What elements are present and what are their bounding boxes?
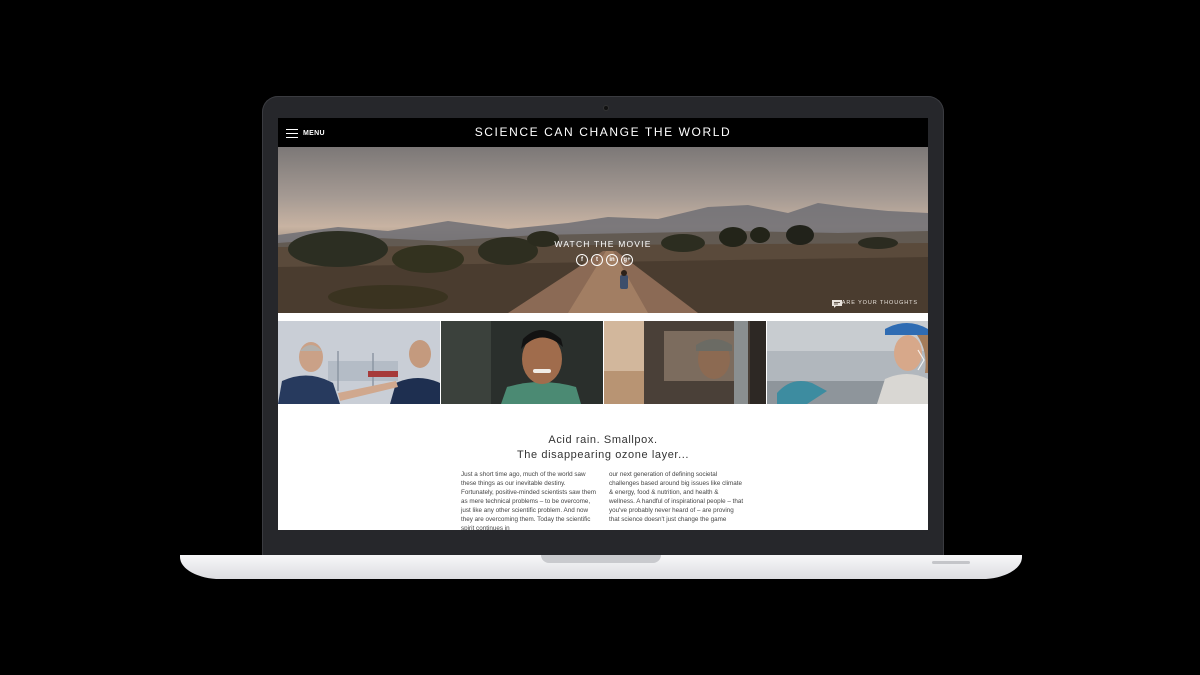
facebook-icon[interactable]: f [576,254,588,266]
site-title: SCIENCE CAN CHANGE THE WORLD [474,125,732,139]
laptop-vent [932,561,970,564]
thumbnail-scientists-talking[interactable] [278,321,440,404]
share-thoughts-link[interactable]: SHARE YOUR THOUGHTS [832,300,922,308]
headline-line-2: The disappearing ozone layer... [516,449,690,461]
video-thumbnail-strip [278,321,928,404]
article-headline: Acid rain. Smallpox. The disappearing oz… [278,433,928,463]
social-links: f t in g+ [576,254,633,266]
twitter-icon[interactable]: t [591,254,603,266]
laptop-notch [541,555,661,563]
article-column-2: our next generation of defining societal… [609,471,744,523]
hero-banner: WATCH THE MOVIE f t in g+ SHARE YOUR THO… [278,147,928,313]
share-thoughts-label: SHARE YOUR THOUGHTS [832,300,918,306]
site-header: MENU SCIENCE CAN CHANGE THE WORLD [278,118,928,147]
thumbnail-smiling-man[interactable] [441,321,603,404]
hero-landscape-image [278,203,928,313]
google-plus-icon[interactable]: g+ [621,254,633,266]
headline-line-1: Acid rain. Smallpox. [548,434,658,446]
thumbnail-woman-with-plant[interactable] [767,321,928,404]
watch-movie-link[interactable]: WATCH THE MOVIE [278,239,928,249]
laptop-screen: MENU SCIENCE CAN CHANGE THE WORLD WATCH … [278,118,928,530]
article-body: Just a short time ago, much of the world… [461,470,751,530]
chevron-right-icon[interactable] [917,349,925,371]
comment-icon [832,300,843,308]
camera-icon [604,106,608,110]
thumbnail-man-in-car[interactable] [604,321,766,404]
article-column-1: Just a short time ago, much of the world… [461,471,596,530]
linkedin-icon[interactable]: in [606,254,618,266]
